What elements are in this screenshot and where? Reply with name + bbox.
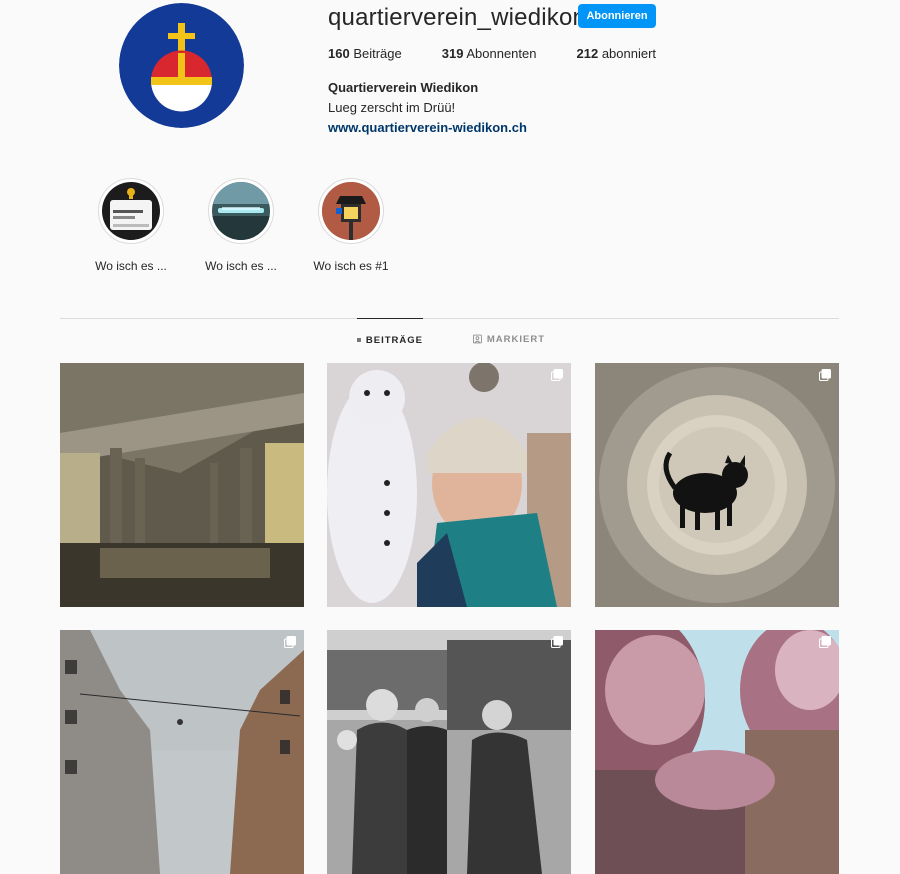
following-label: abonniert [601,46,657,61]
multiple-images-icon [819,636,831,648]
post-tile[interactable] [595,363,839,607]
post-image [595,363,839,607]
followers-stat[interactable]: 319 Abonnenten [442,46,537,61]
post-tile[interactable] [595,630,839,874]
post-tile[interactable] [60,630,304,874]
highlight-label: Wo isch es #1 [313,259,389,273]
grid-icon [357,338,361,342]
posts-label: Beiträge [353,46,402,61]
profile-avatar[interactable] [119,3,244,128]
following-stat[interactable]: 212 abonniert [576,46,656,61]
post-image [327,630,571,874]
profile-full-name: Quartierverein Wiedikon [328,80,479,95]
tab-posts[interactable]: BEITRÄGE [357,318,423,361]
highlight-thumbnail [212,182,270,240]
post-tile[interactable] [327,363,571,607]
tab-posts-label: BEITRÄGE [365,334,423,346]
profile-bio: Lueg zerscht im Drüü! [328,100,456,115]
posts-count: 160 [328,46,350,61]
multiple-images-icon [551,369,563,381]
tab-tagged[interactable]: MARKIERT [473,318,545,360]
highlight-ring [98,178,164,244]
highlight-thumbnail [102,182,160,240]
post-tile[interactable] [60,363,304,607]
followers-label: Abonnenten [466,46,537,61]
tagged-icon [473,334,482,344]
follow-button[interactable]: Abonnieren [578,4,656,28]
profile-stats: 160 Beiträge 319 Abonnenten 212 abonnier… [328,46,696,61]
followers-count: 319 [441,46,464,61]
highlight-ring [318,178,384,244]
highlight-3[interactable]: Wo isch es #1 [301,178,401,273]
highlight-label: Wo isch es ... [205,259,277,273]
multiple-images-icon [819,369,831,381]
profile-website-link[interactable]: www.quartierverein-wiedikon.ch [328,120,527,135]
highlight-1[interactable]: Wo isch es ... [81,178,181,273]
highlight-label: Wo isch es ... [95,259,167,273]
highlight-2[interactable]: Wo isch es ... [191,178,291,273]
multiple-images-icon [284,636,296,648]
multiple-images-icon [551,636,563,648]
post-image [327,363,571,607]
tab-tagged-label: MARKIERT [486,333,545,345]
highlight-thumbnail [322,182,380,240]
tabs-divider [60,318,839,319]
orb-cross-coat-of-arms-icon [119,3,244,128]
profile-username: quartierverein_wiedikon [328,4,587,31]
post-image [595,630,839,874]
post-image [60,363,304,607]
post-tile[interactable] [327,630,571,874]
following-count: 212 [576,46,599,61]
highlight-ring [208,178,274,244]
post-image [60,630,304,874]
posts-stat: 160 Beiträge [328,46,402,61]
